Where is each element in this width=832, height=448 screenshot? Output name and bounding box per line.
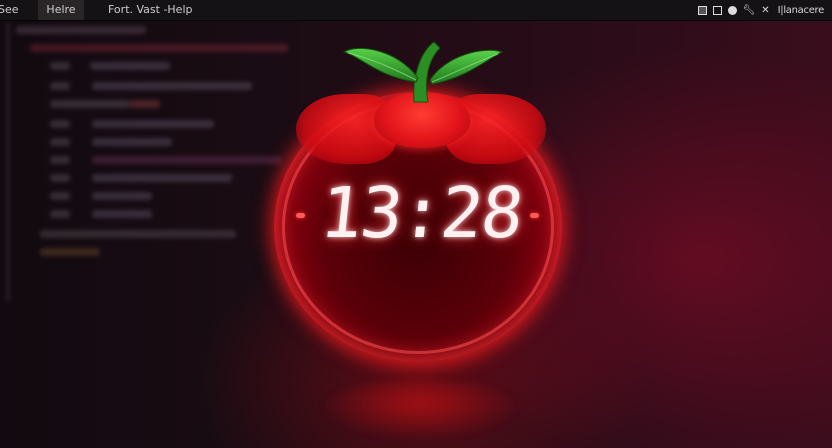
tomato-reflection [320,380,520,440]
clock-time-display: 13:28 [316,172,526,254]
clock-tick-right [530,213,539,218]
clock-tick-left [296,213,305,218]
tomato-clock: 13:28 [0,0,832,448]
leaf-stem-icon [342,41,504,103]
desktop-screen: See Helre Fort. Vast -Help 🔧︎ ✕ I|lanace… [0,0,832,448]
